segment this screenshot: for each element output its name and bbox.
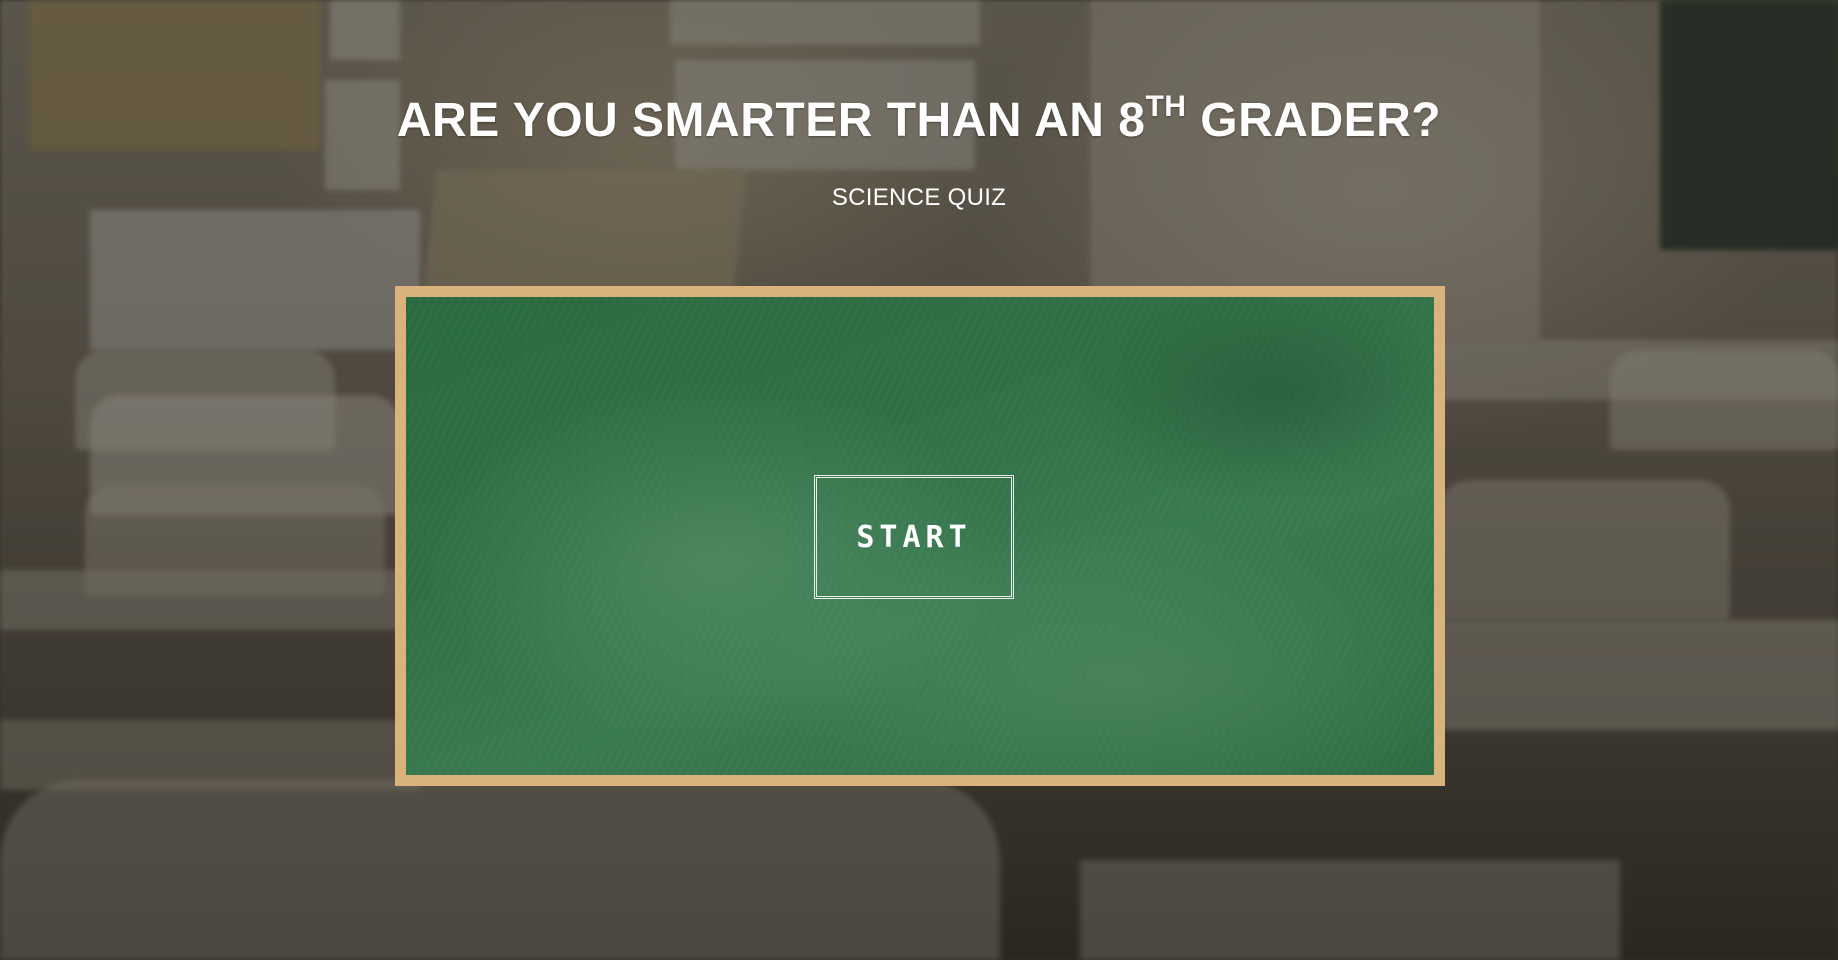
start-button[interactable]: START bbox=[814, 475, 1014, 599]
quiz-subtitle: SCIENCE QUIZ bbox=[831, 184, 1007, 211]
page-title-end: GRADER? bbox=[1186, 94, 1442, 147]
quiz-landing-page: ARE YOU SMARTER THAN AN 8TH GRADER? SCIE… bbox=[0, 0, 1838, 960]
chalkboard: START bbox=[406, 297, 1434, 775]
page-title-superscript: TH bbox=[1145, 90, 1187, 123]
page-title-main: ARE YOU SMARTER THAN AN 8 bbox=[396, 94, 1146, 147]
chalkboard-frame: START bbox=[395, 286, 1445, 786]
page-title: ARE YOU SMARTER THAN AN 8TH GRADER? bbox=[0, 92, 1838, 150]
